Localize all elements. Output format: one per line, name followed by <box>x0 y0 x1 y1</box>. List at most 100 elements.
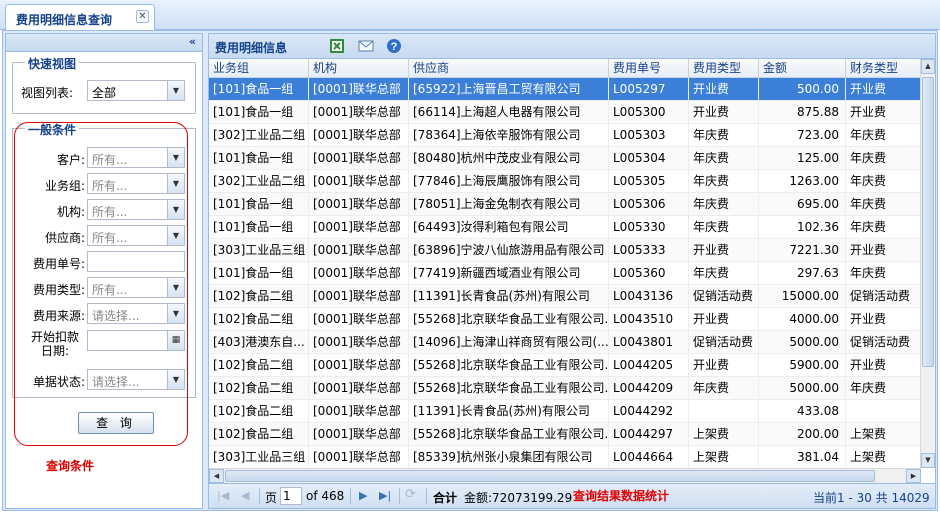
scroll-right-icon[interactable]: ▶ <box>906 469 921 483</box>
cell-fee-number: L005333 <box>609 239 689 262</box>
cell-finance-type: 年庆费 <box>846 170 921 193</box>
table-row[interactable]: [101]食品一组 [0001]联华总部 [65922]上海晋昌工贸有限公司 L005… <box>209 78 921 101</box>
cell-organization: [0001]联华总部 <box>309 78 409 101</box>
page-total: of 468 <box>306 489 345 503</box>
table-row[interactable]: [102]食品二组 [0001]联华总部 [55268]北京联华食品工业有限公司..… <box>209 423 921 446</box>
cell-finance-type: 上架费 <box>846 446 921 468</box>
help-icon[interactable]: ? <box>386 38 402 54</box>
cell-amount: 695.00 <box>759 193 846 216</box>
cell-business-group: [101]食品一组 <box>209 193 309 216</box>
table-row[interactable]: [102]食品二组 [0001]联华总部 [11391]长青食品(苏州)有限公司 L0… <box>209 285 921 308</box>
cell-supplier: [77846]上海辰鹰服饰有限公司 <box>409 170 609 193</box>
column-header-business-group[interactable]: 业务组 <box>209 59 309 78</box>
cell-finance-type: 促销活动费 <box>846 331 921 354</box>
cell-amount: 5000.00 <box>759 377 846 400</box>
cell-organization: [0001]联华总部 <box>309 331 409 354</box>
cell-fee-type: 上架费 <box>689 423 759 446</box>
tab-fee-detail-query[interactable]: 费用明细信息查询 ✕ <box>5 4 155 31</box>
fee-detail-grid-panel: 费用明细信息 ? 业务组 机构 供应商 费用单号 费用类型 金额 财务类型 [1… <box>208 33 936 509</box>
table-row[interactable]: [303]工业品三组 [0001]联华总部 [85339]杭州张小泉集团有限公司 L0… <box>209 446 921 468</box>
next-page-icon[interactable]: ▶ <box>359 489 367 502</box>
table-row[interactable]: [403]港澳东自... [0001]联华总部 [14096]上海津山祥商贸有限公司… <box>209 331 921 354</box>
cell-fee-type: 开业费 <box>689 101 759 124</box>
vertical-scroll-thumb[interactable] <box>922 77 934 367</box>
email-icon[interactable] <box>358 38 374 54</box>
scroll-left-icon[interactable]: ◀ <box>209 469 224 483</box>
cell-amount: 125.00 <box>759 147 846 170</box>
cell-fee-number: L0044664 <box>609 446 689 468</box>
column-header-supplier[interactable]: 供应商 <box>409 59 609 78</box>
cell-supplier: [64493]汝得利箱包有限公司 <box>409 216 609 239</box>
cell-supplier: [65922]上海晋昌工贸有限公司 <box>409 78 609 101</box>
column-header-fee-type[interactable]: 费用类型 <box>689 59 759 78</box>
cell-supplier: [55268]北京联华食品工业有限公司... <box>409 354 609 377</box>
page-number-input[interactable]: 1 <box>280 487 302 505</box>
cell-supplier: [63896]宁波八仙旅游用品有限公司 <box>409 239 609 262</box>
cell-business-group: [303]工业品三组 <box>209 239 309 262</box>
collapse-panel-button[interactable]: « <box>6 34 202 52</box>
table-row[interactable]: [101]食品一组 [0001]联华总部 [66114]上海超人电器有限公司 L005… <box>209 101 921 124</box>
table-row[interactable]: [303]工业品三组 [0001]联华总部 [63896]宁波八仙旅游用品有限公司 L… <box>209 239 921 262</box>
scroll-down-icon[interactable]: ▼ <box>921 453 935 468</box>
cell-organization: [0001]联华总部 <box>309 216 409 239</box>
vertical-scrollbar[interactable]: ▲ ▼ <box>920 59 935 468</box>
scroll-up-icon[interactable]: ▲ <box>921 59 935 74</box>
cell-business-group: [102]食品二组 <box>209 377 309 400</box>
cell-organization: [0001]联华总部 <box>309 377 409 400</box>
cell-amount: 4000.00 <box>759 308 846 331</box>
pager-separator <box>259 488 260 504</box>
horizontal-scroll-thumb[interactable] <box>225 470 875 482</box>
table-row[interactable]: [101]食品一组 [0001]联华总部 [80480]杭州中茂皮业有限公司 L005… <box>209 147 921 170</box>
horizontal-scrollbar[interactable]: ◀ ▶ <box>209 468 921 483</box>
table-row[interactable]: [101]食品一组 [0001]联华总部 [78051]上海金兔制衣有限公司 L005… <box>209 193 921 216</box>
cell-organization: [0001]联华总部 <box>309 285 409 308</box>
cell-business-group: [303]工业品三组 <box>209 446 309 468</box>
close-icon[interactable]: ✕ <box>136 10 149 23</box>
column-header-finance-type[interactable]: 财务类型 <box>846 59 921 78</box>
table-row[interactable]: [102]食品二组 [0001]联华总部 [55268]北京联华食品工业有限公司..… <box>209 308 921 331</box>
cell-finance-type: 年庆费 <box>846 216 921 239</box>
cell-supplier: [85339]杭州张小泉集团有限公司 <box>409 446 609 468</box>
cell-organization: [0001]联华总部 <box>309 124 409 147</box>
cell-supplier: [78364]上海依辛服饰有限公司 <box>409 124 609 147</box>
quick-view-legend: 快速视图 <box>25 55 80 72</box>
table-row[interactable]: [102]食品二组 [0001]联华总部 [55268]北京联华食品工业有限公司..… <box>209 377 921 400</box>
cell-fee-type: 开业费 <box>689 78 759 101</box>
table-row[interactable]: [302]工业品二组 [0001]联华总部 [77846]上海辰鹰服饰有限公司 L00… <box>209 170 921 193</box>
chevron-down-icon[interactable]: ▼ <box>167 81 184 100</box>
cell-finance-type: 年庆费 <box>846 193 921 216</box>
cell-fee-number: L005297 <box>609 78 689 101</box>
cell-amount: 723.00 <box>759 124 846 147</box>
cell-fee-number: L005360 <box>609 262 689 285</box>
cell-supplier: [55268]北京联华食品工业有限公司... <box>409 377 609 400</box>
column-header-amount[interactable]: 金额 <box>759 59 846 78</box>
table-row[interactable]: [302]工业品二组 [0001]联华总部 [78364]上海依辛服饰有限公司 L00… <box>209 124 921 147</box>
cell-finance-type: 开业费 <box>846 239 921 262</box>
cell-fee-type: 上架费 <box>689 446 759 468</box>
table-row[interactable]: [102]食品二组 [0001]联华总部 [11391]长青食品(苏州)有限公司 L0… <box>209 400 921 423</box>
view-list-select[interactable]: 全部 ▼ <box>87 80 185 101</box>
view-list-row: 视图列表: 全部 ▼ <box>7 80 197 102</box>
last-page-icon[interactable]: ▶| <box>379 489 391 502</box>
cell-organization: [0001]联华总部 <box>309 423 409 446</box>
previous-page-icon[interactable]: ◀ <box>241 489 249 502</box>
column-header-organization[interactable]: 机构 <box>309 59 409 78</box>
cell-amount: 297.63 <box>759 262 846 285</box>
grid-header-bar: 费用明细信息 ? <box>209 34 935 59</box>
cell-finance-type: 年庆费 <box>846 377 921 400</box>
column-header-fee-number[interactable]: 费用单号 <box>609 59 689 78</box>
cell-finance-type <box>846 400 921 423</box>
refresh-icon[interactable]: ⟳ <box>405 487 416 502</box>
first-page-icon[interactable]: |◀ <box>217 489 229 502</box>
double-chevron-left-icon[interactable]: « <box>189 35 196 48</box>
table-row[interactable]: [101]食品一组 [0001]联华总部 [64493]汝得利箱包有限公司 L0053… <box>209 216 921 239</box>
cell-business-group: [102]食品二组 <box>209 423 309 446</box>
cell-fee-number: L0043801 <box>609 331 689 354</box>
cell-fee-number: L0043136 <box>609 285 689 308</box>
cell-fee-type: 年庆费 <box>689 124 759 147</box>
excel-export-icon[interactable] <box>329 38 345 54</box>
table-row[interactable]: [101]食品一组 [0001]联华总部 [77419]新疆西域酒业有限公司 L005… <box>209 262 921 285</box>
cell-supplier: [55268]北京联华食品工业有限公司... <box>409 423 609 446</box>
tab-bar: 费用明细信息查询 ✕ <box>0 0 940 31</box>
table-row[interactable]: [102]食品二组 [0001]联华总部 [55268]北京联华食品工业有限公司..… <box>209 354 921 377</box>
